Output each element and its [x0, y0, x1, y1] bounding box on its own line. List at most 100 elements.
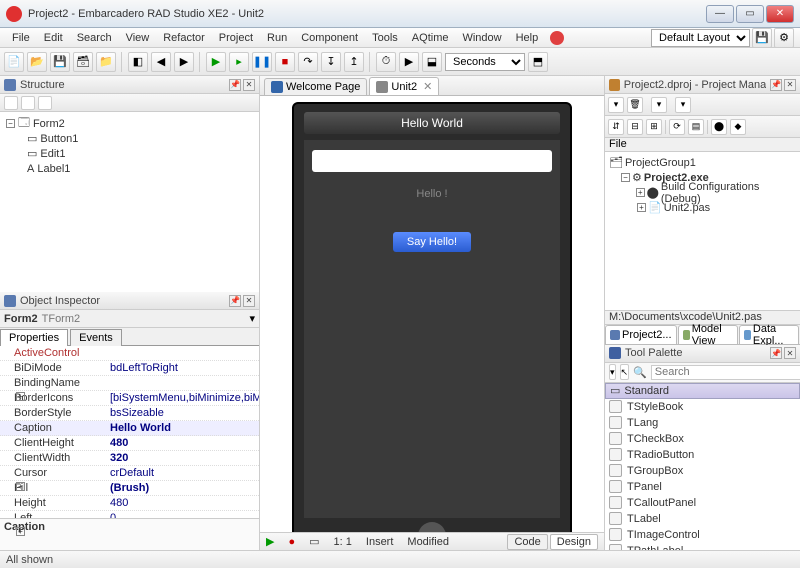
palette-item[interactable]: TPanel: [605, 479, 800, 495]
saveall-icon[interactable]: 🗃: [73, 52, 93, 72]
palette-category[interactable]: ▭Standard: [605, 383, 800, 399]
pause-icon[interactable]: ❚❚: [252, 52, 272, 72]
pm-sort-icon[interactable]: ⇵: [608, 119, 624, 135]
run-nobp-icon[interactable]: ▸: [229, 52, 249, 72]
menu-aqtime[interactable]: AQtime: [406, 30, 455, 46]
pm-del-icon[interactable]: 🗑: [627, 97, 643, 113]
prop-row[interactable]: CursorcrDefault: [0, 466, 259, 481]
tab-welcome[interactable]: Welcome Page: [264, 78, 367, 95]
aq2-icon[interactable]: ▶: [399, 52, 419, 72]
form-designer[interactable]: Hello World Hello ! Say Hello!: [260, 96, 604, 532]
structure-tree[interactable]: −🗔Form2 ▭Button1 ▭Edit1 ALabel1: [0, 112, 259, 292]
menu-project[interactable]: Project: [213, 30, 259, 46]
tree-button1[interactable]: Button1: [40, 133, 78, 145]
layout-tool-icon[interactable]: ⚙: [774, 28, 794, 48]
tab-project[interactable]: Project2...: [605, 325, 677, 344]
prop-row[interactable]: BiDiModebdLeftToRight: [0, 361, 259, 376]
close-panel-icon[interactable]: ✕: [784, 79, 796, 91]
menu-search[interactable]: Search: [71, 30, 118, 46]
button1-control[interactable]: Say Hello!: [393, 232, 471, 252]
tree-form[interactable]: Form2: [33, 118, 65, 130]
pm-view-icon[interactable]: ▾: [675, 97, 691, 113]
menu-tools[interactable]: Tools: [366, 30, 404, 46]
new-icon[interactable]: 📄: [4, 52, 24, 72]
property-grid[interactable]: ActiveControlBiDiModebdLeftToRightBindin…: [0, 346, 259, 518]
pm-build-icon[interactable]: ⬤: [711, 119, 727, 135]
tree-label1[interactable]: Label1: [37, 163, 70, 175]
maximize-button[interactable]: ▭: [736, 5, 764, 23]
prop-row[interactable]: ActiveControl: [0, 346, 259, 361]
menu-window[interactable]: Window: [456, 30, 507, 46]
menu-help[interactable]: Help: [510, 30, 545, 46]
palette-search-input[interactable]: [651, 365, 800, 380]
stepinto-icon[interactable]: ↧: [321, 52, 341, 72]
prop-row[interactable]: BorderStylebsSizeable: [0, 406, 259, 421]
seconds-select[interactable]: Seconds: [445, 53, 525, 71]
layout-select[interactable]: Default Layout: [651, 29, 750, 47]
palette-item[interactable]: TStyleBook: [605, 399, 800, 415]
prop-row[interactable]: ClientWidth320: [0, 451, 259, 466]
form-client[interactable]: Hello ! Say Hello!: [304, 140, 560, 518]
toggle-icon[interactable]: ◧: [128, 52, 148, 72]
run-indicator-icon[interactable]: ▶: [266, 535, 274, 548]
pm-opts-icon[interactable]: ◆: [730, 119, 746, 135]
tab-dataexpl[interactable]: Data Expl...: [739, 325, 799, 344]
palette-item[interactable]: TPathLabel: [605, 543, 800, 551]
menu-component[interactable]: Component: [295, 30, 364, 46]
edit1-control[interactable]: [312, 150, 552, 172]
close-tab-icon[interactable]: ✕: [423, 80, 432, 93]
label1-control[interactable]: Hello !: [416, 188, 447, 200]
palette-item[interactable]: TLabel: [605, 511, 800, 527]
tree-edit1[interactable]: Edit1: [40, 148, 65, 160]
palette-item[interactable]: TGroupBox: [605, 463, 800, 479]
prop-row[interactable]: +Fill(Brush): [0, 481, 259, 496]
pm-group[interactable]: ProjectGroup1: [625, 157, 696, 169]
menu-run[interactable]: Run: [261, 30, 293, 46]
stepout-icon[interactable]: ↥: [344, 52, 364, 72]
menu-edit[interactable]: Edit: [38, 30, 69, 46]
close-panel-icon[interactable]: ✕: [784, 347, 796, 359]
palette-item[interactable]: TImageControl: [605, 527, 800, 543]
stop-icon[interactable]: ■: [275, 52, 295, 72]
view-code-button[interactable]: Code: [507, 534, 547, 550]
palette-list[interactable]: TStyleBookTLangTCheckBoxTRadioButtonTGro…: [605, 399, 800, 551]
aq3-icon[interactable]: ⬓: [422, 52, 442, 72]
tab-events[interactable]: Events: [70, 329, 122, 346]
pm-run-icon[interactable]: ▾: [651, 97, 667, 113]
pin-icon[interactable]: 📌: [770, 347, 782, 359]
pal-cat-icon[interactable]: ▾: [609, 364, 616, 380]
struct-btn2-icon[interactable]: [21, 96, 35, 110]
record-indicator-icon[interactable]: ●: [288, 536, 295, 548]
objinsp-selector[interactable]: Form2 TForm2 ▾: [0, 310, 259, 328]
prop-row[interactable]: ClientHeight480: [0, 436, 259, 451]
layout-save-icon[interactable]: 💾: [752, 28, 772, 48]
tab-modelview[interactable]: Model View: [678, 325, 738, 344]
prop-row[interactable]: Height480: [0, 496, 259, 511]
prop-row[interactable]: CaptionHello World: [0, 421, 259, 436]
palette-item[interactable]: TLang: [605, 415, 800, 431]
prop-row[interactable]: +BorderIcons[biSystemMenu,biMinimize,biM…: [0, 391, 259, 406]
open-icon[interactable]: 📂: [27, 52, 47, 72]
menu-refactor[interactable]: Refactor: [157, 30, 211, 46]
struct-btn1-icon[interactable]: [4, 96, 18, 110]
run-icon[interactable]: ▶: [206, 52, 226, 72]
menu-view[interactable]: View: [120, 30, 156, 46]
folder-icon[interactable]: 📁: [96, 52, 116, 72]
palette-item[interactable]: TCheckBox: [605, 431, 800, 447]
struct-btn3-icon[interactable]: [38, 96, 52, 110]
save-icon[interactable]: 💾: [50, 52, 70, 72]
pm-sync-icon[interactable]: ⟳: [669, 119, 685, 135]
globe-icon[interactable]: [550, 31, 564, 45]
stepover-icon[interactable]: ↷: [298, 52, 318, 72]
view-design-button[interactable]: Design: [550, 534, 598, 550]
pm-collapse-icon[interactable]: ⊟: [627, 119, 643, 135]
fwd-icon[interactable]: ▶: [174, 52, 194, 72]
pm-expand-icon[interactable]: ⊞: [646, 119, 662, 135]
pm-unit[interactable]: Unit2.pas: [664, 202, 710, 214]
close-panel-icon[interactable]: ✕: [243, 295, 255, 307]
prop-row[interactable]: Left0: [0, 511, 259, 518]
projmgr-tree[interactable]: 🗂ProjectGroup1 −⚙Project2.exe +⬤Build Co…: [605, 152, 800, 310]
prop-row[interactable]: BindingName: [0, 376, 259, 391]
palette-item[interactable]: TRadioButton: [605, 447, 800, 463]
tab-unit2[interactable]: Unit2✕: [369, 77, 439, 95]
